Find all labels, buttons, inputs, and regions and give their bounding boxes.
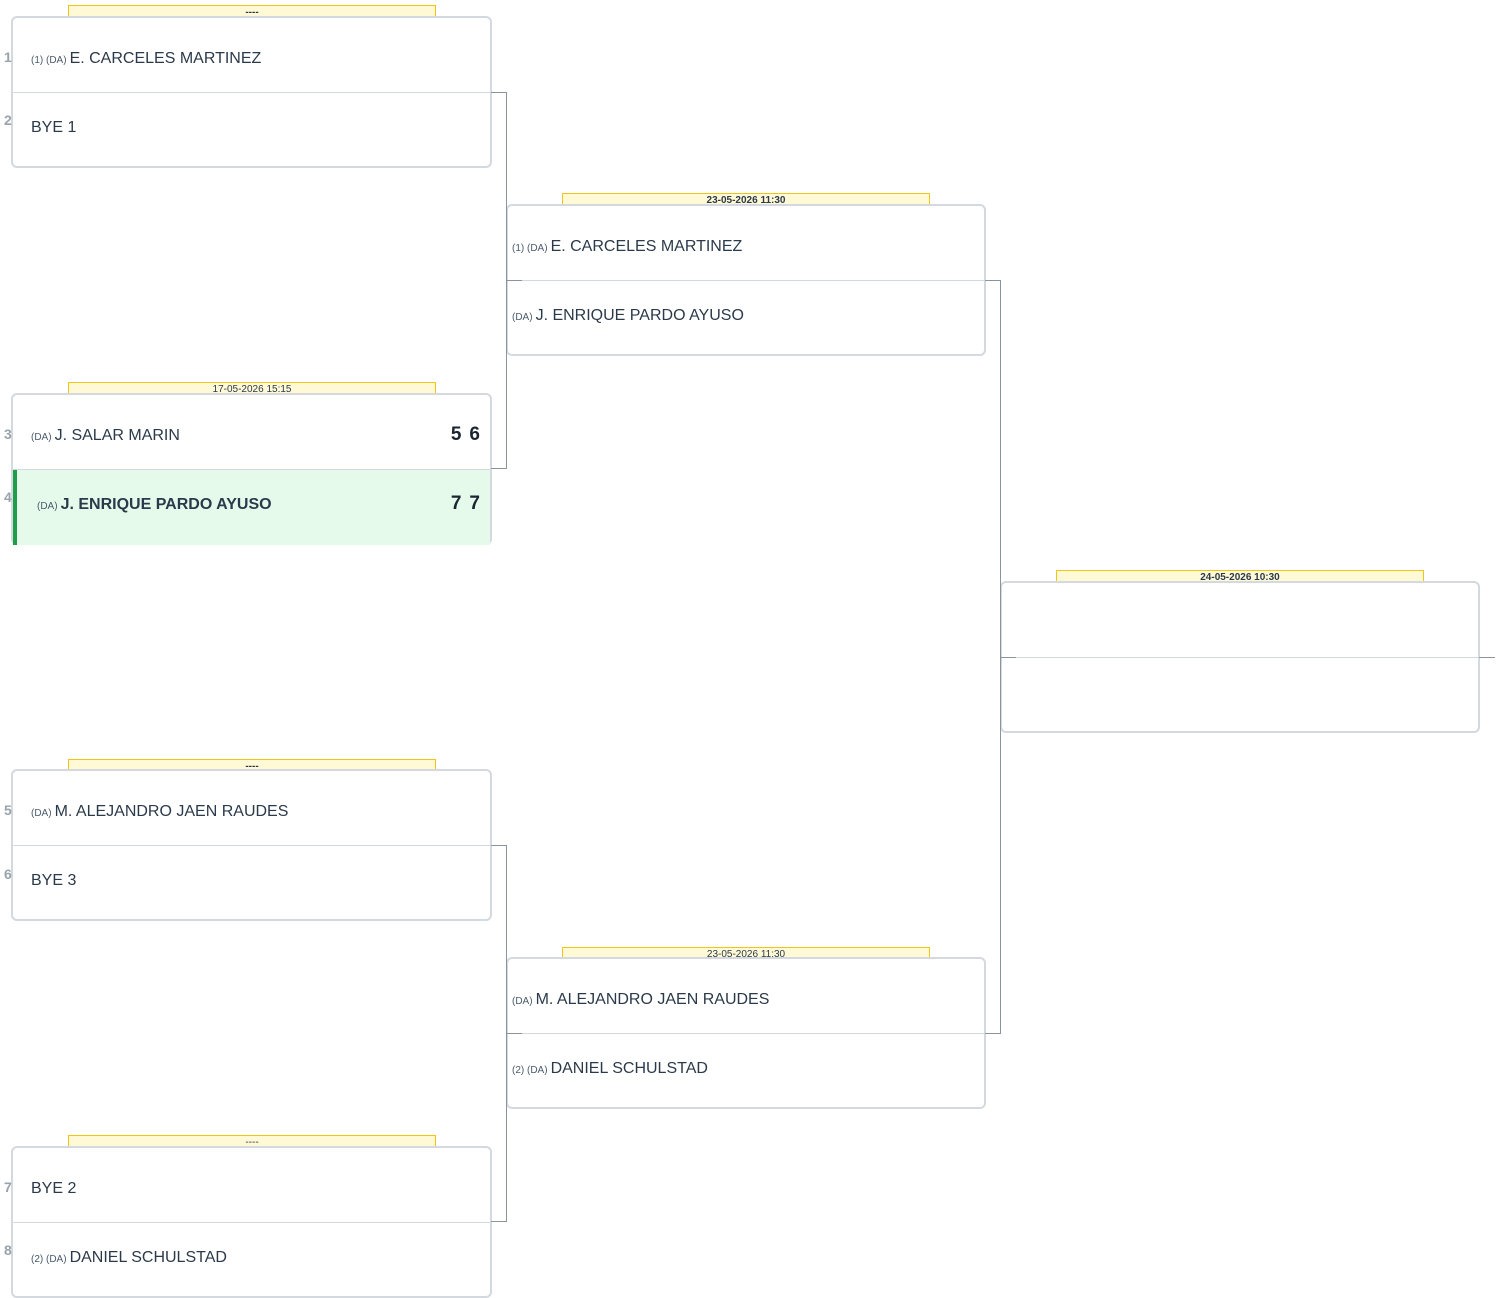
player-row[interactable]: (DA) J. SALAR MARIN 56 — [13, 395, 490, 470]
player-row-empty[interactable] — [1002, 583, 1478, 658]
match-card[interactable] — [1000, 581, 1480, 733]
player-row[interactable]: (DA) M. ALEJANDRO JAEN RAUDES — [13, 771, 490, 846]
match-card[interactable]: (DA) M. ALEJANDRO JAEN RAUDES (2) (DA) DAN… — [506, 957, 986, 1109]
player-name-text: BYE 1 — [31, 119, 77, 136]
player-name-text: J. ENRIQUE PARDO AYUSO — [60, 496, 272, 513]
player-name: (DA) M. ALEJANDRO JAEN RAUDES — [512, 991, 769, 1009]
player-name-text: E. CARCELES MARTINEZ — [69, 50, 262, 67]
player-name-text: M. ALEJANDRO JAEN RAUDES — [54, 803, 289, 820]
seed-tag: (DA) — [512, 312, 533, 323]
player-row[interactable]: BYE 1 — [13, 93, 490, 168]
bracket-connector — [491, 468, 507, 469]
player-name-text: BYE 2 — [31, 1180, 77, 1197]
player-name-text: J. ENRIQUE PARDO AYUSO — [535, 307, 744, 324]
set-score: 6 — [469, 424, 480, 445]
seed-tag: (1) (DA) — [512, 243, 548, 254]
draw-position: 7 — [4, 1179, 12, 1195]
player-row[interactable]: (2) (DA) DANIEL SCHULSTAD — [13, 1223, 490, 1298]
player-name-text: DANIEL SCHULSTAD — [69, 1249, 227, 1266]
draw-position: 4 — [4, 489, 12, 505]
bracket-connector — [1479, 657, 1495, 658]
player-row[interactable]: (DA) M. ALEJANDRO JAEN RAUDES — [508, 959, 984, 1034]
player-row[interactable]: BYE 2 — [13, 1148, 490, 1223]
player-row[interactable]: BYE 3 — [13, 846, 490, 921]
match-card[interactable]: (1) (DA) E. CARCELES MARTINEZ BYE 1 — [11, 16, 492, 168]
bracket-connector — [491, 845, 507, 846]
player-name: (2) (DA) DANIEL SCHULSTAD — [31, 1249, 227, 1267]
seed-tag: (2) (DA) — [31, 1254, 67, 1265]
player-name: (1) (DA) E. CARCELES MARTINEZ — [31, 50, 261, 68]
seed-tag: (DA) — [37, 501, 58, 512]
draw-position: 2 — [4, 112, 12, 128]
seed-tag: (DA) — [512, 996, 533, 1007]
player-row[interactable]: (2) (DA) DANIEL SCHULSTAD — [508, 1034, 984, 1109]
match-card[interactable]: (DA) J. SALAR MARIN 56 (DA) J. ENRIQUE PAR… — [11, 393, 492, 545]
draw-position: 8 — [4, 1242, 12, 1258]
match-card[interactable]: BYE 2 (2) (DA) DANIEL SCHULSTAD — [11, 1146, 492, 1298]
bracket-connector — [491, 1221, 507, 1222]
player-name: BYE 2 — [31, 1180, 76, 1198]
player-name: (DA) J. ENRIQUE PARDO AYUSO — [37, 496, 272, 514]
draw-position: 1 — [4, 49, 12, 65]
set-score: 5 — [450, 424, 462, 445]
player-name-text: J. SALAR MARIN — [54, 427, 180, 444]
player-row[interactable]: (1) (DA) E. CARCELES MARTINEZ — [13, 18, 490, 93]
match-card[interactable]: (1) (DA) E. CARCELES MARTINEZ (DA) J. ENRI… — [506, 204, 986, 356]
player-name: (DA) J. ENRIQUE PARDO AYUSO — [512, 307, 744, 325]
player-name-text: DANIEL SCHULSTAD — [550, 1060, 708, 1077]
bracket-connector — [506, 1033, 522, 1034]
player-name: (DA) J. SALAR MARIN — [31, 427, 180, 445]
bracket-connector — [985, 280, 1001, 281]
match-card[interactable]: (DA) M. ALEJANDRO JAEN RAUDES BYE 3 — [11, 769, 492, 921]
seed-tag: (DA) — [31, 808, 52, 819]
bracket-connector — [985, 1033, 1001, 1034]
player-name-text: M. ALEJANDRO JAEN RAUDES — [535, 991, 770, 1008]
set-scores: 77 — [443, 493, 480, 515]
bracket-connector — [506, 280, 522, 281]
player-name: (1) (DA) E. CARCELES MARTINEZ — [512, 238, 742, 256]
set-score: 7 — [469, 493, 480, 514]
draw-position: 3 — [4, 426, 12, 442]
player-row-winner[interactable]: (DA) J. ENRIQUE PARDO AYUSO 77 — [13, 470, 490, 545]
player-name: (DA) M. ALEJANDRO JAEN RAUDES — [31, 803, 288, 821]
set-scores: 56 — [443, 424, 480, 446]
player-row-empty[interactable] — [1002, 658, 1478, 733]
player-name-text: E. CARCELES MARTINEZ — [550, 238, 743, 255]
set-score: 7 — [450, 493, 462, 514]
player-name-text: BYE 3 — [31, 872, 77, 889]
seed-tag: (DA) — [31, 432, 52, 443]
draw-position: 6 — [4, 866, 12, 882]
player-row[interactable]: (DA) J. ENRIQUE PARDO AYUSO — [508, 281, 984, 356]
draw-position: 5 — [4, 802, 12, 818]
seed-tag: (2) (DA) — [512, 1065, 548, 1076]
player-name: BYE 3 — [31, 872, 76, 890]
player-name: (2) (DA) DANIEL SCHULSTAD — [512, 1060, 708, 1078]
seed-tag: (1) (DA) — [31, 55, 67, 66]
player-name: BYE 1 — [31, 119, 76, 137]
bracket-connector — [1000, 657, 1016, 658]
player-row[interactable]: (1) (DA) E. CARCELES MARTINEZ — [508, 206, 984, 281]
bracket-connector — [491, 92, 507, 93]
